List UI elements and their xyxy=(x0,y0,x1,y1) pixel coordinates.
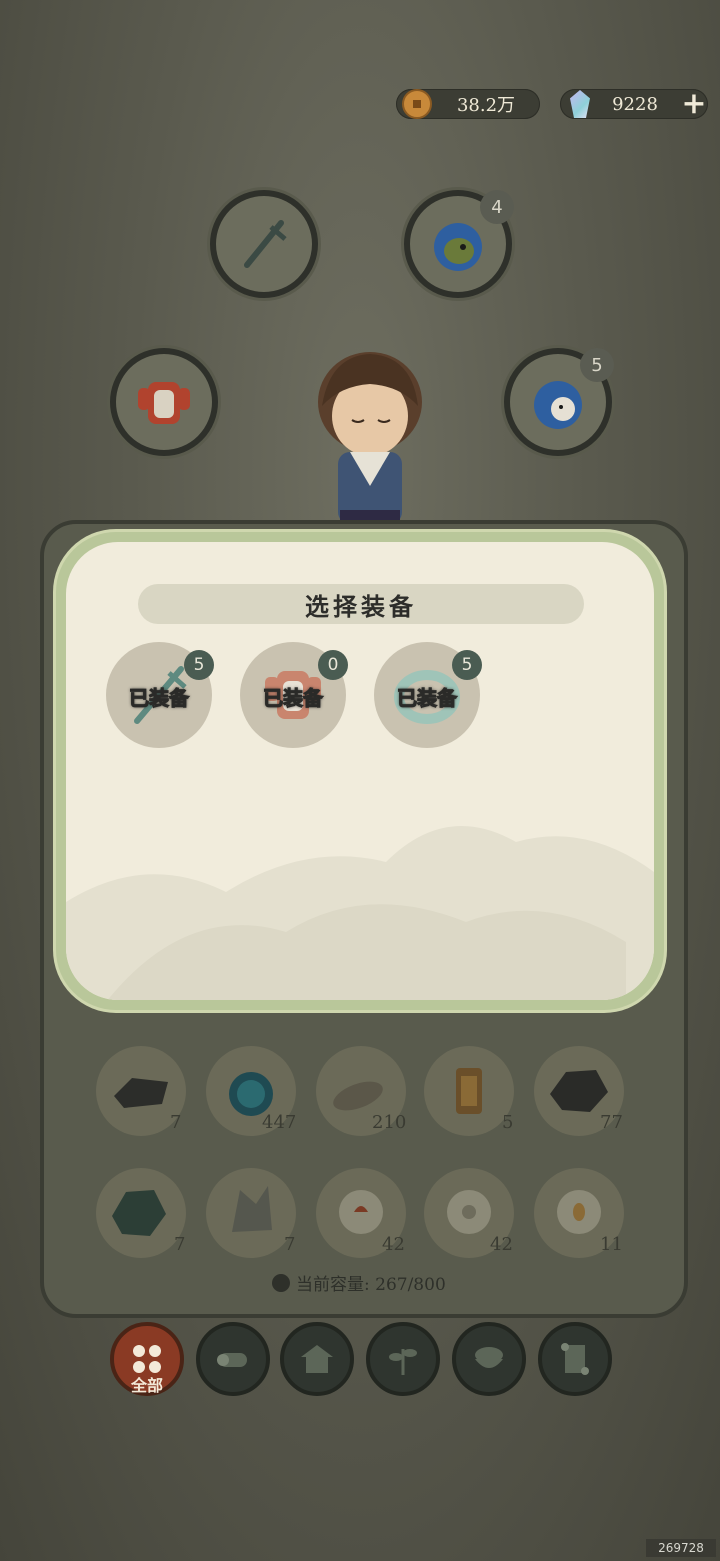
item-count: 210 xyxy=(372,1112,407,1133)
capacity-indicator: 当前容量: 267/800 xyxy=(272,1270,446,1295)
item-count: 77 xyxy=(600,1112,623,1133)
modal-title: 选择装备 xyxy=(305,591,417,621)
item-count: 7 xyxy=(174,1234,186,1255)
equipped-label: 已装备 xyxy=(397,686,458,711)
equip-option-bracelet[interactable]: 已装备 5 xyxy=(374,642,482,748)
inventory-item[interactable]: 5 xyxy=(424,1046,514,1136)
inventory-item[interactable]: 77 xyxy=(534,1046,624,1136)
modal-title-bar: 选择装备 xyxy=(138,584,584,624)
gold-token-icon xyxy=(456,1068,482,1114)
select-equipment-modal: 选择装备 已装备 5 已装备 0 已装备 5 xyxy=(66,542,654,1000)
log-icon xyxy=(217,1353,247,1367)
add-gems-button[interactable]: + xyxy=(680,89,708,119)
sword-icon xyxy=(244,220,287,268)
inventory-item[interactable]: 42 xyxy=(424,1168,514,1258)
game-screen: 38.2万 9228 + 4 5 7 447 210 5 77 7 7 42 4… xyxy=(0,0,720,1561)
capacity-icon xyxy=(272,1273,290,1292)
spirit-slot[interactable]: 5 xyxy=(504,348,614,456)
inventory-item[interactable]: 42 xyxy=(316,1168,406,1258)
fish-spirit-icon xyxy=(434,223,482,271)
inventory-item[interactable]: 7 xyxy=(96,1168,186,1258)
equip-count-badge: 0 xyxy=(318,650,348,680)
armor-slot[interactable] xyxy=(110,348,218,456)
item-count: 11 xyxy=(600,1234,623,1255)
equip-option-sword[interactable]: 已装备 5 xyxy=(106,642,214,748)
equipped-label: 已装备 xyxy=(263,686,324,711)
equip-count-badge: 5 xyxy=(452,650,482,680)
tab-herb[interactable] xyxy=(366,1322,440,1396)
pet-slot[interactable]: 4 xyxy=(404,190,514,298)
tab-building[interactable] xyxy=(280,1322,354,1396)
item-count: 42 xyxy=(490,1234,513,1255)
mountain-background xyxy=(66,826,654,1000)
armor-icon xyxy=(138,382,190,424)
gem-value: 9228 xyxy=(612,93,658,115)
crystal-icon xyxy=(570,90,590,118)
coin-value: 38.2万 xyxy=(456,95,516,116)
tab-scroll[interactable] xyxy=(538,1322,612,1396)
herb-icon xyxy=(389,1349,417,1375)
copper-coin-icon xyxy=(402,89,432,119)
equip-count-badge: 5 xyxy=(184,650,214,680)
crystal-ore-icon xyxy=(232,1186,272,1232)
rice-bowl-icon xyxy=(475,1347,503,1368)
inventory-item[interactable]: 7 xyxy=(206,1168,296,1258)
capacity-label: 当前容量: 267/800 xyxy=(296,1275,446,1295)
tab-all[interactable]: 全部 xyxy=(110,1322,184,1396)
tab-wood[interactable] xyxy=(196,1322,270,1396)
item-count: 42 xyxy=(382,1234,405,1255)
scroll-icon xyxy=(561,1343,589,1375)
coin-counter: 38.2万 xyxy=(396,89,540,119)
inventory-item[interactable]: 210 xyxy=(316,1046,406,1136)
pet-level-badge: 4 xyxy=(480,190,514,224)
house-icon xyxy=(301,1345,333,1373)
inventory-item[interactable]: 7 xyxy=(96,1046,186,1136)
item-count: 7 xyxy=(170,1112,182,1133)
inventory-item[interactable]: 11 xyxy=(534,1168,624,1258)
weapon-slot[interactable] xyxy=(210,190,318,298)
equipped-label: 已装备 xyxy=(129,686,190,711)
character-portrait xyxy=(318,352,422,524)
tab-food[interactable] xyxy=(452,1322,526,1396)
inventory-item[interactable]: 447 xyxy=(206,1046,296,1136)
spirit-level-badge: 5 xyxy=(580,348,614,382)
green-ore-icon xyxy=(112,1190,166,1236)
blue-spirit-icon xyxy=(534,381,582,429)
tab-all-label: 全部 xyxy=(130,1376,163,1395)
gem-counter: 9228 + xyxy=(560,89,708,119)
watermark: 269728 xyxy=(646,1539,716,1557)
item-count: 7 xyxy=(284,1234,296,1255)
item-count: 5 xyxy=(502,1112,514,1133)
equip-option-armor[interactable]: 已装备 0 xyxy=(240,642,348,748)
item-count: 447 xyxy=(262,1112,297,1133)
